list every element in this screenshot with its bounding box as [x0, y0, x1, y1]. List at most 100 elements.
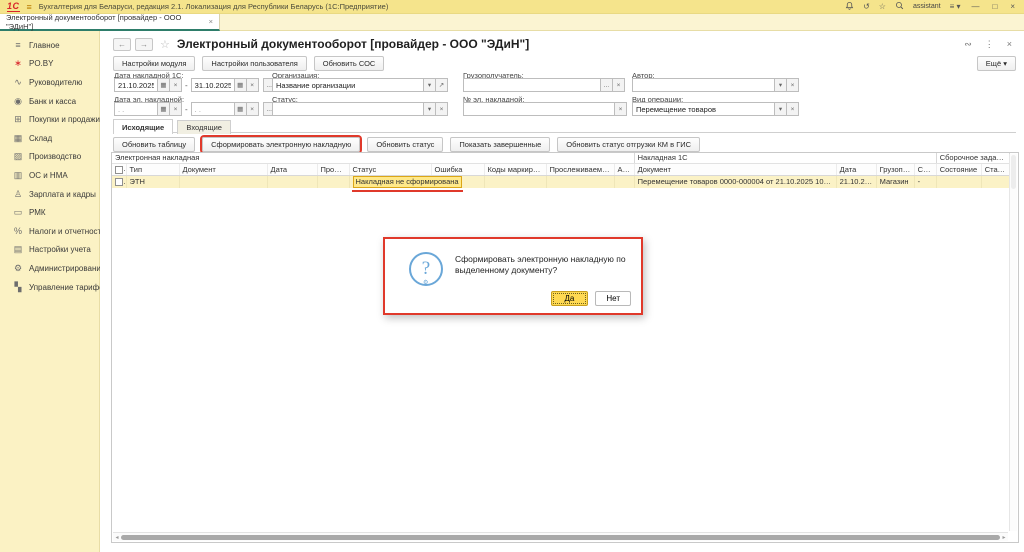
service-menu-icon[interactable]: ≡ ▾ [950, 2, 961, 11]
col-marking-codes[interactable]: Коды маркировки [484, 163, 547, 176]
forward-button[interactable]: → [135, 37, 153, 51]
sidebar-item-bank-cash[interactable]: ◉ Банк и касса [0, 92, 99, 111]
favorite-star-icon[interactable]: ☆ [160, 38, 170, 51]
col-type[interactable]: Тип [126, 163, 180, 176]
row-checkbox-cell[interactable] [112, 175, 127, 188]
table-row[interactable]: ЭТН Накладная не сформирована Перемещени… [112, 175, 1011, 192]
tab-close-icon[interactable]: × [209, 17, 213, 26]
number-input[interactable] [463, 102, 615, 116]
refresh-status-button[interactable]: Обновить статус [367, 137, 444, 152]
yes-button[interactable]: Да [550, 291, 589, 306]
col-status[interactable]: Статус [349, 163, 432, 176]
select-all-checkbox[interactable] [115, 165, 123, 174]
clear-icon[interactable]: × [786, 102, 799, 116]
refresh-soc-button[interactable]: Обновить СОС [313, 56, 385, 71]
col-date-1c[interactable]: Дата [836, 163, 877, 176]
col-consignee[interactable]: Грузополуч... [876, 163, 915, 176]
close-form-icon[interactable]: × [1007, 39, 1012, 50]
sidebar-item-taxes[interactable]: % Налоги и отчетность [0, 222, 105, 241]
open-icon[interactable]: ↗ [435, 78, 448, 92]
clear-icon[interactable]: × [245, 102, 259, 116]
more-menu-icon[interactable]: ⋮ [985, 39, 994, 50]
back-button[interactable]: ← [113, 37, 131, 51]
link-icon[interactable]: ∾ [964, 39, 972, 50]
col-document[interactable]: Документ [179, 163, 268, 176]
col-traceable-goods[interactable]: Прослеживаемый товар [546, 163, 615, 176]
module-settings-button[interactable]: Настройки модуля [113, 56, 196, 71]
generate-invoice-button[interactable]: Сформировать электронную накладную [202, 137, 361, 152]
sidebar-item-tariff[interactable]: ▚ Управление тарифом [0, 278, 110, 297]
operation-input[interactable] [632, 102, 775, 116]
maximize-button[interactable]: □ [990, 2, 999, 11]
main-menu-icon[interactable]: ≡ [27, 2, 32, 12]
user-settings-button[interactable]: Настройки пользователя [202, 56, 307, 71]
group-electronic-invoice: Электронная накладная [112, 153, 635, 164]
sidebar-item-production[interactable]: ▨ Производство [0, 148, 99, 167]
col-document-1c[interactable]: Документ [634, 163, 837, 176]
sidebar-item-purchases-sales[interactable]: ⊞ Покупки и продажи [0, 110, 100, 129]
refresh-km-status-button[interactable]: Обновить статус отгрузки КМ в ГИС [557, 137, 701, 152]
favorites-icon[interactable]: ☆ [879, 2, 886, 11]
date-1c-from-input[interactable] [114, 78, 158, 92]
no-button[interactable]: Нет [595, 291, 631, 306]
search-icon[interactable] [895, 1, 904, 12]
sidebar-item-accounting-settings[interactable]: ▤ Настройки учета [0, 241, 99, 260]
notifications-bell-icon[interactable] [845, 1, 854, 13]
sidebar-item-salary-hr[interactable]: ♙ Зарплата и кадры [0, 185, 99, 204]
horizontal-scrollbar[interactable]: ◂ ▸ [113, 532, 1008, 541]
date-el-from-input[interactable] [114, 102, 158, 116]
sidebar-item-administration[interactable]: ⚙ Администрирование [0, 259, 105, 278]
status-input[interactable] [272, 102, 424, 116]
refresh-table-button[interactable]: Обновить таблицу [113, 137, 196, 152]
close-window-button[interactable]: × [1008, 2, 1017, 11]
filter-date-1c: ▦ × - ▦ × ... [114, 78, 276, 92]
sidebar-item-main[interactable]: ≡ Главное [0, 36, 99, 55]
tab-incoming[interactable]: Входящие [177, 119, 231, 134]
more-button[interactable]: Ещё ▾ [976, 56, 1016, 71]
select-all-cell[interactable] [112, 163, 127, 176]
row-checkbox[interactable] [115, 178, 123, 187]
col-state[interactable]: Состояние [936, 163, 982, 176]
dialog-message: Сформировать электронную накладную по вы… [455, 254, 626, 276]
history-icon[interactable]: ↺ [863, 2, 870, 11]
sidebar-item-rmk[interactable]: ▭ РМК [0, 203, 99, 222]
date-el-to-input[interactable] [190, 102, 235, 116]
page-title: Электронный документооборот [провайдер -… [176, 37, 530, 51]
date-1c-to-input[interactable] [190, 78, 235, 92]
vertical-scrollbar[interactable] [1009, 154, 1017, 531]
sidebar-item-warehouse[interactable]: ▦ Склад [0, 129, 99, 148]
tab-edo[interactable]: Электронный документооборот [провайдер -… [0, 13, 220, 31]
col-date[interactable]: Дата [267, 163, 318, 176]
clear-icon[interactable]: × [169, 78, 182, 92]
table-toolbar: Обновить таблицу Сформировать электронну… [113, 137, 701, 152]
dialog-buttons: Да Нет [550, 291, 631, 306]
sidebar-item-fixed-assets[interactable]: ▥ ОС и НМА [0, 166, 99, 185]
clear-icon[interactable]: × [169, 102, 182, 116]
col-stat[interactable]: Стат... [981, 163, 1011, 176]
group-invoice-1c: Накладная 1С [634, 153, 937, 164]
assistant-label[interactable]: assistant [913, 3, 941, 10]
author-input[interactable] [632, 78, 775, 92]
clear-icon[interactable]: × [245, 78, 259, 92]
sidebar-item-for-manager[interactable]: ∿ Руководителю [0, 73, 99, 92]
col-sum[interactable]: Сумма [914, 163, 937, 176]
clear-icon[interactable]: × [614, 102, 627, 116]
consignee-input[interactable] [463, 78, 601, 92]
col-error[interactable]: Ошибка [431, 163, 485, 176]
clear-icon[interactable]: × [435, 102, 448, 116]
show-completed-button[interactable]: Показать завершенные [450, 137, 551, 152]
clear-icon[interactable]: × [786, 78, 799, 92]
scroll-left-icon[interactable]: ◂ [114, 534, 120, 541]
sidebar-item-po-by[interactable]: ∗ PO.BY [0, 55, 99, 74]
col-posted[interactable]: Проведен [317, 163, 350, 176]
clear-icon[interactable]: × [612, 78, 625, 92]
tab-outgoing[interactable]: Исходящие [113, 119, 174, 134]
horizontal-scrollbar-thumb[interactable] [121, 534, 1000, 540]
cash-register-icon: ▭ [13, 207, 23, 218]
col-acts[interactable]: Акты [614, 163, 635, 176]
minimize-button[interactable]: — [969, 2, 981, 11]
form-command-bar: Настройки модуля Настройки пользователя … [113, 56, 385, 71]
vertical-scrollbar-thumb[interactable] [1011, 155, 1016, 189]
organization-input[interactable] [272, 78, 424, 92]
scroll-right-icon[interactable]: ▸ [1001, 534, 1007, 541]
